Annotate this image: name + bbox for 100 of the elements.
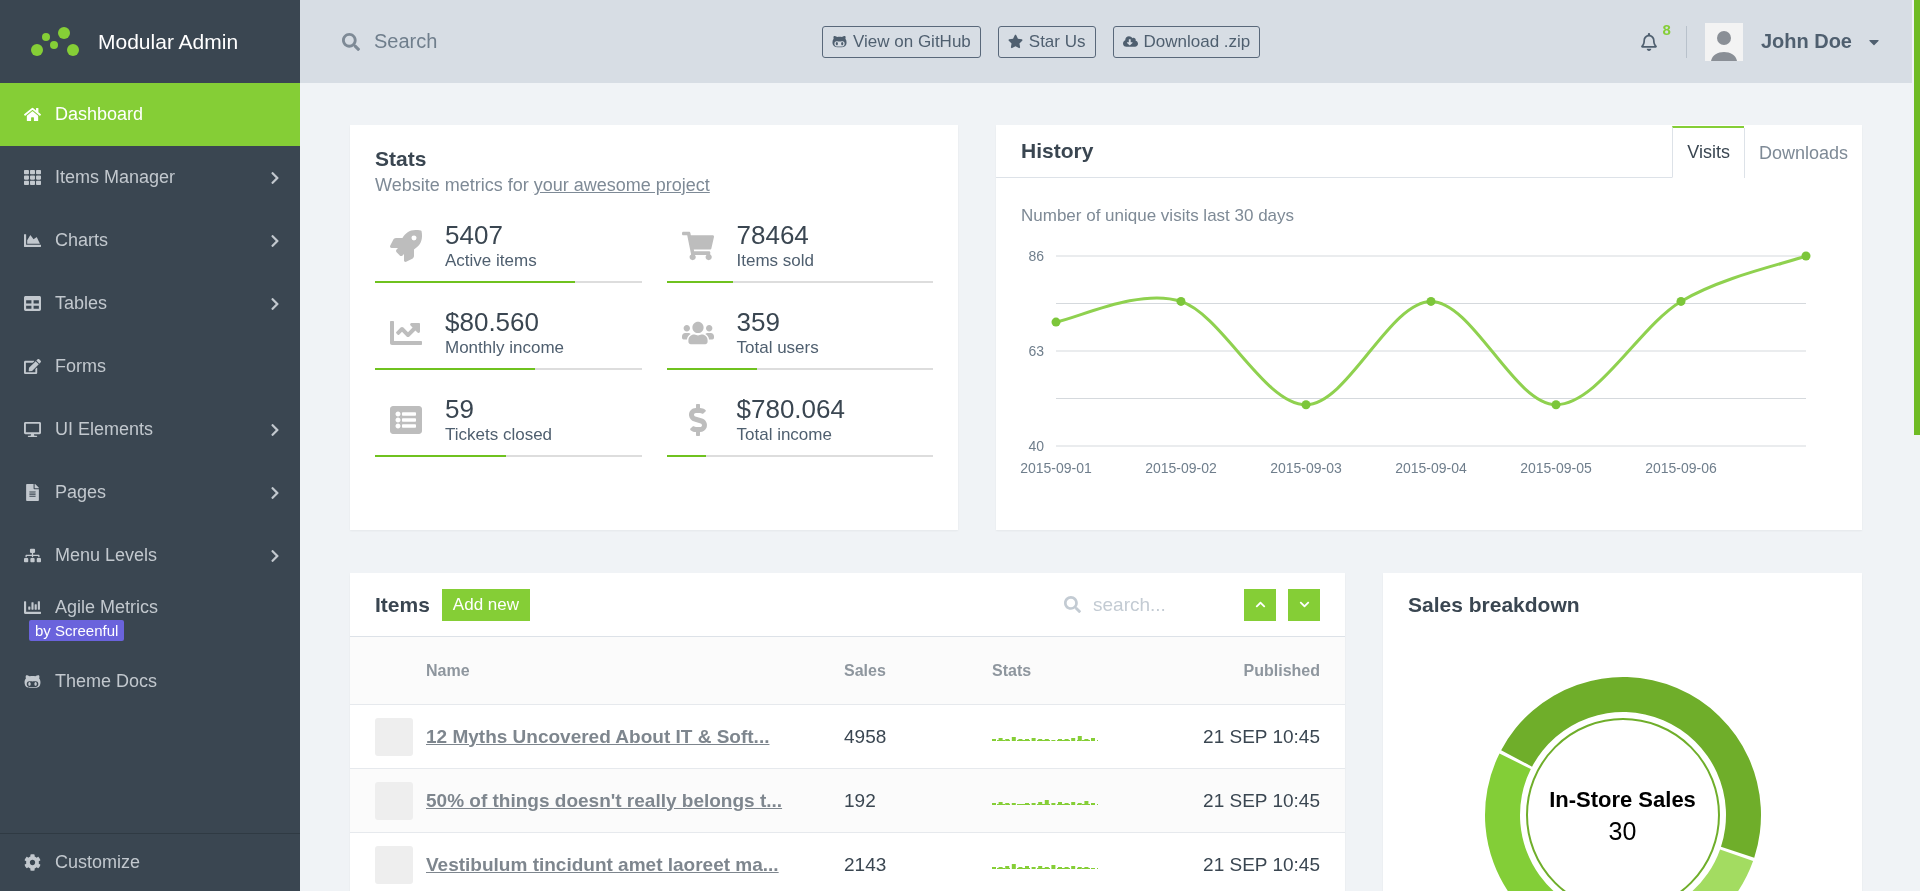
axis-label: 2015-09-02 — [1145, 460, 1217, 476]
cart-icon — [681, 229, 714, 262]
card-title: Items — [375, 592, 430, 617]
stat-value: 59 — [445, 394, 475, 425]
data-point — [1051, 317, 1061, 327]
settings-icon — [24, 854, 41, 871]
column-header: Name — [426, 661, 471, 680]
customize-label: Customize — [55, 852, 141, 873]
bell-icon[interactable] — [1639, 32, 1658, 51]
donut-center-value: 30 — [1607, 817, 1638, 846]
sort-down-button[interactable] — [1288, 588, 1320, 621]
sidebar-item[interactable]: Agile Metrics by Screenful — [0, 587, 300, 650]
sidebar-item[interactable]: Pages — [0, 461, 300, 524]
scrollbar-thumb[interactable] — [1914, 0, 1920, 435]
area-chart-icon — [24, 232, 41, 249]
stat-label: Total users — [736, 338, 819, 358]
sidebar-item[interactable]: Forms — [0, 335, 300, 398]
cat-icon — [24, 673, 41, 690]
project-link[interactable]: your awesome project — [533, 175, 710, 195]
stat-value: 5407 — [445, 220, 504, 251]
axis-label: 2015-09-05 — [1520, 460, 1592, 476]
item-link[interactable]: Vestibulum tincidunt amet laoreet ma... — [426, 853, 779, 875]
card-title: History — [1021, 139, 1095, 163]
stat-label: Active items — [445, 251, 537, 271]
sidebar-item-label: Forms — [55, 356, 107, 377]
sitemap-icon — [24, 547, 41, 564]
chart-caption: Number of unique visits last 30 days — [1021, 206, 1296, 226]
subtitle: Website metrics for your awesome project — [375, 175, 711, 196]
tab[interactable]: Visits — [1672, 126, 1744, 178]
sidebar-item-label: Items Manager — [55, 167, 177, 188]
sidebar-item[interactable]: Items Manager — [0, 146, 300, 209]
stat-label: Items sold — [736, 251, 814, 271]
stat-value: 359 — [736, 307, 781, 338]
sidebar-item-label: UI Elements — [55, 419, 155, 440]
column-header: Stats — [992, 661, 1033, 680]
axis-label: 63 — [1028, 343, 1044, 359]
sidebar-item[interactable]: UI Elements — [0, 398, 300, 461]
table-cell-text: 4958 — [844, 725, 888, 748]
data-point — [1176, 296, 1186, 306]
sidebar-item[interactable]: Charts — [0, 209, 300, 272]
star-icon — [1007, 34, 1023, 49]
chevron-up-icon — [1254, 599, 1266, 610]
donut-center-label: In-Store Sales — [1548, 787, 1697, 813]
list-icon — [390, 403, 422, 436]
sidebar-item-label: Charts — [55, 230, 109, 251]
sidebar-item[interactable]: Theme Docs — [0, 650, 300, 713]
column-header: Sales — [844, 661, 887, 680]
table-cell-text: 2143 — [844, 853, 888, 876]
axis-label: 2015-09-04 — [1395, 460, 1467, 476]
stat-label: Monthly income — [445, 338, 565, 358]
data-point — [1426, 296, 1436, 306]
table-cell-text: 21 SEP 10:45 — [1202, 789, 1320, 812]
logo-icon — [30, 26, 80, 57]
axis-label: 2015-09-03 — [1270, 460, 1342, 476]
stat-value: $80.560 — [445, 307, 540, 338]
sidebar-item-label: Theme Docs — [55, 671, 159, 692]
card-title: Sales breakdown — [1407, 592, 1581, 618]
card-title: Stats — [375, 147, 428, 171]
bar-chart-icon — [24, 598, 41, 616]
sidebar-item-label: Tables — [55, 293, 109, 314]
cat-icon — [832, 34, 847, 49]
rocket-icon — [390, 229, 422, 262]
stat-value: 78464 — [736, 220, 810, 251]
sidebar-item[interactable]: Menu Levels — [0, 524, 300, 587]
axis-label: 2015-09-06 — [1645, 460, 1717, 476]
edit-icon — [24, 358, 41, 375]
item-link[interactable]: 12 Myths Uncovered About IT & Soft... — [426, 725, 770, 747]
search-icon — [342, 32, 360, 51]
search-icon — [1064, 596, 1081, 613]
customize-link[interactable]: Customize — [0, 833, 300, 891]
item-link[interactable]: 50% of things doesn't really belongs t... — [426, 789, 783, 811]
header-button[interactable]: Download .zip — [1112, 25, 1261, 58]
data-point — [1676, 296, 1686, 306]
stat-value: $780.064 — [736, 394, 845, 425]
chevron-down-icon — [1298, 599, 1310, 610]
table-cell-text: 192 — [844, 789, 877, 812]
axis-label: 40 — [1028, 438, 1044, 454]
user-name[interactable]: John Doe — [1760, 30, 1852, 53]
axis-label: 86 — [1028, 248, 1044, 264]
sidebar-item[interactable]: Tables — [0, 272, 300, 335]
data-point — [1551, 400, 1561, 410]
sidebar-item-label: Pages — [55, 482, 108, 503]
table-cell-text: 21 SEP 10:45 — [1202, 853, 1320, 876]
sidebar-item-label: Agile Metrics — [55, 596, 160, 618]
stat-label: Total income — [736, 425, 833, 445]
header-button[interactable]: Star Us — [997, 25, 1096, 58]
header-button[interactable]: View on GitHub — [822, 25, 981, 58]
brand-title: Modular Admin — [98, 29, 239, 54]
home-icon — [24, 106, 41, 123]
avatar[interactable] — [1704, 22, 1743, 61]
search-field[interactable]: Search — [372, 29, 676, 54]
monitor-icon — [24, 421, 41, 438]
sort-up-button[interactable] — [1244, 588, 1276, 621]
data-point — [1801, 251, 1811, 261]
badge: by Screenful — [29, 619, 125, 641]
data-point — [1301, 400, 1311, 410]
document-icon — [24, 484, 41, 501]
tab[interactable]: Downloads — [1743, 128, 1862, 178]
notification-count: 8 — [1662, 20, 1671, 38]
axis-label: 2015-09-01 — [1020, 460, 1092, 476]
